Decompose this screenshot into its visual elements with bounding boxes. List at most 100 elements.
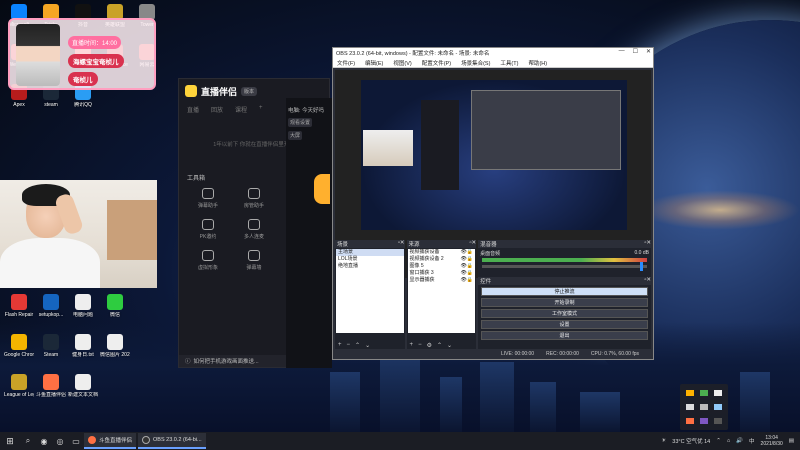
source-item[interactable]: 视频捕获设备 👁🔒 — [408, 249, 476, 256]
volume-slider[interactable] — [482, 262, 647, 271]
source-item[interactable]: 图像 5 👁🔒 — [408, 263, 476, 270]
zbbl-view-settings-button[interactable]: 观看设置 — [288, 118, 313, 127]
tray-app-icon[interactable] — [700, 390, 708, 396]
studio-mode-button[interactable]: 工作室模式 — [481, 309, 648, 318]
notification-icon[interactable]: ▤ — [789, 438, 794, 444]
source-item[interactable]: 窗口捕获 3 👁🔒 — [408, 270, 476, 277]
minimize-icon[interactable]: — — [619, 48, 625, 55]
weather-icon[interactable]: ☀ — [661, 438, 666, 444]
ime-icon[interactable]: 中 — [749, 437, 755, 445]
tray-app-icon[interactable] — [686, 404, 694, 410]
zbbl-tab-add[interactable]: + — [259, 105, 263, 113]
exit-button[interactable]: 退出 — [481, 331, 648, 340]
tool-avatar[interactable]: 虚拟形象 — [185, 250, 231, 271]
zbbl-big-screen-button[interactable]: 大屏 — [288, 131, 303, 140]
zbbl-start-live-tab[interactable] — [314, 174, 330, 204]
volume-icon[interactable]: 🔊 — [736, 438, 743, 444]
zbbl-stage-text: 电脑: 今天好吗 — [288, 108, 325, 114]
scene-item[interactable]: 主场景 — [336, 249, 404, 256]
weather-text[interactable]: 33°C 空气优 14 — [672, 437, 710, 445]
remove-icon[interactable]: − — [418, 342, 422, 348]
taskbar-clock[interactable]: 13:04 2021/8/30 — [761, 435, 783, 447]
volume-slider-knob[interactable] — [640, 262, 644, 271]
obs-titlebar[interactable]: OBS 23.0.2 (64-bit, windows) - 配置文件: 未命名… — [333, 48, 653, 58]
dock-float-icon[interactable]: ▫✕ — [644, 240, 651, 248]
settings-button[interactable]: 设置 — [481, 320, 648, 329]
tray-app-icon[interactable] — [700, 418, 708, 424]
start-recording-button[interactable]: 开始录制 — [481, 298, 648, 307]
tray-app-icon[interactable] — [700, 404, 708, 410]
taskbar-task-zbbl[interactable]: 斗鱼直播伴侣 — [84, 433, 137, 449]
up-icon[interactable]: ⌃ — [355, 342, 360, 349]
obs-menu-tools[interactable]: 工具(T) — [500, 59, 518, 67]
windows-start-icon[interactable]: ⊞ — [0, 436, 20, 447]
desktop-icon[interactable]: 微信 — [100, 294, 130, 318]
tool-pk[interactable]: PK邀约 — [185, 219, 231, 240]
eye-lock-icon[interactable]: 👁🔒 — [461, 277, 474, 284]
desktop-icon[interactable]: 斗鱼直播伴侣 — [36, 374, 66, 398]
explorer-icon[interactable]: ▭ — [68, 437, 84, 446]
scene-item[interactable]: 绝地直播 — [336, 263, 404, 270]
eye-lock-icon[interactable]: 👁🔒 — [461, 256, 474, 263]
taskbar-task-obs[interactable]: OBS 23.0.2 (64-bi... — [138, 433, 206, 449]
mixer-item-label: 桌面音频 — [480, 251, 501, 257]
desktop-icon[interactable]: Steam — [36, 334, 66, 358]
add-icon[interactable]: + — [338, 342, 342, 348]
zbbl-tab-live[interactable]: 直播 — [187, 105, 199, 114]
gear-icon[interactable]: ⚙ — [427, 342, 432, 349]
obs-menu-view[interactable]: 视图(V) — [393, 59, 411, 67]
down-icon[interactable]: ⌄ — [447, 342, 452, 349]
dock-float-icon[interactable]: ▫✕ — [644, 277, 651, 285]
tray-app-icon[interactable] — [686, 390, 694, 396]
desktop-icon[interactable]: setupkop... — [36, 294, 66, 318]
zbbl-tab-course[interactable]: 课程 — [235, 105, 247, 114]
network-icon[interactable]: ⌂ — [727, 438, 730, 444]
desktop-icon[interactable]: 新建文本文档 NC... — [68, 374, 98, 398]
obs-menu-edit[interactable]: 编辑(E) — [365, 59, 383, 67]
zbbl-version-badge[interactable]: 版本 — [241, 86, 258, 96]
source-item[interactable]: 显示器捕获 👁🔒 — [408, 277, 476, 284]
eye-lock-icon[interactable]: 👁🔒 — [461, 270, 474, 277]
scene-item[interactable]: LOL场景 — [336, 256, 404, 263]
obs-menu-profile[interactable]: 配置文件(P) — [422, 59, 451, 67]
zbbl-tab-replay[interactable]: 回放 — [211, 105, 223, 114]
search-icon[interactable]: ⌕ — [20, 436, 36, 446]
obs-menu-file[interactable]: 文件(F) — [337, 59, 355, 67]
stop-streaming-button[interactable]: 停止推流 — [481, 287, 648, 296]
up-icon[interactable]: ⌃ — [437, 342, 442, 349]
obs-menu-help[interactable]: 帮助(H) — [528, 59, 547, 67]
desktop-icon-image — [43, 294, 59, 310]
desktop-icon-label: setupkop... — [38, 312, 64, 318]
tray-up-icon[interactable]: ⌃ — [716, 438, 721, 444]
close-icon[interactable]: ✕ — [646, 48, 651, 55]
dock-float-icon[interactable]: ▫✕ — [398, 240, 405, 248]
down-icon[interactable]: ⌄ — [365, 342, 370, 349]
desktop-icon[interactable]: Google Chrome — [4, 334, 34, 358]
tool-danmu[interactable]: 弹幕助手 — [185, 188, 231, 209]
steam-icon[interactable]: ◉ — [36, 437, 52, 446]
desktop-icon-image — [11, 334, 27, 350]
desktop-icon-label: 微信 — [109, 312, 120, 318]
dock-float-icon[interactable]: ▫✕ — [470, 240, 477, 248]
desktop-icon[interactable]: 电脑问题 — [68, 294, 98, 318]
remove-icon[interactable]: − — [347, 342, 351, 348]
tray-app-icon[interactable] — [714, 390, 722, 396]
tool-wall[interactable]: 弹幕墙 — [231, 250, 277, 271]
add-icon[interactable]: + — [410, 342, 414, 348]
desktop-icon[interactable]: Flash Repair — [4, 294, 34, 318]
eye-lock-icon[interactable]: 👁🔒 — [461, 249, 474, 256]
desktop-icon[interactable]: 健身日.txt — [68, 334, 98, 358]
tray-app-icon[interactable] — [686, 418, 694, 424]
desktop-icon[interactable]: League of Legends — [4, 374, 34, 398]
desktop-icon[interactable]: 微信图片 2020061... — [100, 334, 130, 358]
eye-lock-icon[interactable]: 👁🔒 — [461, 263, 474, 270]
obs-menu-scenes[interactable]: 场景集合(S) — [461, 59, 490, 67]
tool-fangguan[interactable]: 房管助手 — [231, 188, 277, 209]
tray-app-icon[interactable] — [714, 404, 722, 410]
desktop-icon-image — [11, 374, 27, 390]
tool-multi[interactable]: 多人连麦 — [231, 219, 277, 240]
maximize-icon[interactable]: ☐ — [633, 48, 638, 55]
chrome-icon[interactable]: ◎ — [52, 437, 68, 446]
source-item[interactable]: 视频捕获设备 2 👁🔒 — [408, 256, 476, 263]
tray-app-icon[interactable] — [714, 418, 722, 424]
